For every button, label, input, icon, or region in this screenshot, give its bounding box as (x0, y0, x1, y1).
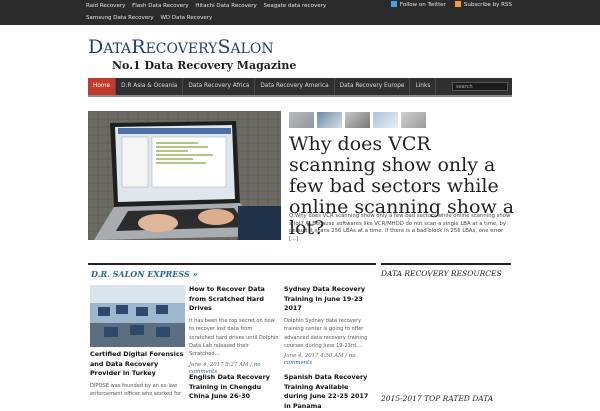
post-excerpt: DIPOSE was founded by an ex-law enforcem… (90, 382, 182, 398)
resources-heading: DATA RECOVERY RESOURCES (381, 269, 502, 278)
logo-letters: ALON (230, 41, 274, 57)
subscribe-rss-label: Subscribe by RSS (463, 2, 512, 8)
thumbnail-5[interactable] (401, 112, 426, 128)
express-post-recover-scratched: How to Recover Data from Scratched Hard … (189, 285, 279, 376)
logo-letter: R (131, 36, 146, 58)
follow-twitter-label: Follow on Twitter (399, 2, 446, 8)
featured-image[interactable] (88, 111, 281, 240)
top-rated-heading: 2015-2017 TOP RATED DATA (381, 394, 494, 402)
post-date: June 4, 2017 4:50 AM (284, 353, 344, 360)
featured-excerpt: Q:Why does VCR scanning show only a few … (289, 213, 511, 242)
nav-item-america[interactable]: Data Recovery America (255, 78, 335, 95)
top-bar: Raid Recovery Flash Data Recovery Hitach… (0, 0, 600, 25)
follow-twitter-link[interactable]: Follow on Twitter (390, 1, 446, 8)
post-title[interactable]: How to Recover Data from Scratched Hard … (189, 285, 279, 314)
thumbnail-1[interactable] (289, 112, 314, 128)
logo-letters: ECOVERY (145, 41, 218, 57)
top-link-samsung-data-recovery[interactable]: Samsung Data Recovery (86, 12, 154, 24)
post-meta: June 4, 2017 4:50 AM / no comments (284, 353, 356, 367)
featured-thumbnails (289, 112, 426, 128)
top-link-hitachi-data-recovery[interactable]: Hitachi Data Recovery (195, 0, 256, 12)
top-link-flash-data-recovery[interactable]: Flash Data Recovery (132, 0, 189, 12)
lab-photo (90, 285, 185, 347)
thumbnail-3[interactable] (345, 112, 370, 128)
nav-divider (88, 95, 512, 97)
laptop-photo (88, 111, 281, 240)
top-link-seagate-data-recovery[interactable]: Seagate data recovery (264, 0, 327, 12)
nav-item-africa[interactable]: Data Recovery Africa (183, 78, 256, 95)
post-title[interactable]: Spanish Data Recovery Training Available… (284, 373, 374, 411)
post-title[interactable]: Sydney Data Recovery Training in June 19… (284, 285, 374, 314)
social-links: Follow on Twitter Subscribe by RSS (390, 1, 512, 8)
nav-item-home[interactable]: Home (88, 78, 117, 95)
express-post-chengdu: English Data Recovery Training in Chengd… (189, 373, 279, 402)
express-post-spanish: Spanish Data Recovery Training Available… (284, 373, 374, 411)
top-links: Raid Recovery Flash Data Recovery Hitach… (86, 0, 386, 24)
rss-icon (454, 1, 461, 7)
logo-letters: ATA (103, 41, 132, 57)
logo-wordmark: DATARECOVERYSALON (88, 36, 296, 58)
express-post-main: Certified Digital Forensics and Data Rec… (90, 285, 185, 399)
resources-section-header: DATA RECOVERY RESOURCES (381, 263, 511, 278)
logo-tagline: No.1 Data Recovery Magazine (112, 59, 297, 72)
express-heading[interactable]: D.R. SALON EXPRESS » (91, 269, 376, 279)
post-image[interactable] (90, 285, 185, 347)
post-date: June 4, 2017 8:27 AM (189, 361, 249, 368)
post-title[interactable]: English Data Recovery Training in Chengd… (189, 373, 279, 402)
logo-letter: S (217, 36, 231, 58)
express-post-sydney: Sydney Data Recovery Training in June 19… (284, 285, 374, 367)
top-link-raid-recovery[interactable]: Raid Recovery (86, 0, 125, 12)
post-excerpt: It has been the top secret on how to rec… (189, 317, 279, 358)
post-excerpt: Dolphin Sydney data recovery training ce… (284, 317, 368, 349)
thumbnail-2[interactable] (317, 112, 342, 128)
site-logo[interactable]: DATARECOVERYSALON No.1 Data Recovery Mag… (88, 36, 296, 72)
main-nav: Home D.R Asia & Oceania Data Recovery Af… (88, 78, 512, 97)
post-title[interactable]: Certified Digital Forensics and Data Rec… (90, 350, 185, 379)
express-section-header: D.R. SALON EXPRESS » (88, 263, 376, 279)
top-link-wd-data-recovery[interactable]: WD Data Recovery (160, 12, 212, 24)
subscribe-rss-link[interactable]: Subscribe by RSS (454, 1, 512, 8)
search-input[interactable]: search (452, 82, 508, 91)
twitter-icon (390, 1, 397, 7)
nav-item-europe[interactable]: Data Recovery Europe (335, 78, 411, 95)
nav-item-asia-oceania[interactable]: D.R Asia & Oceania (116, 78, 184, 95)
nav-item-links[interactable]: Links (410, 78, 437, 95)
thumbnail-4[interactable] (373, 112, 398, 128)
logo-letter: D (88, 36, 104, 58)
